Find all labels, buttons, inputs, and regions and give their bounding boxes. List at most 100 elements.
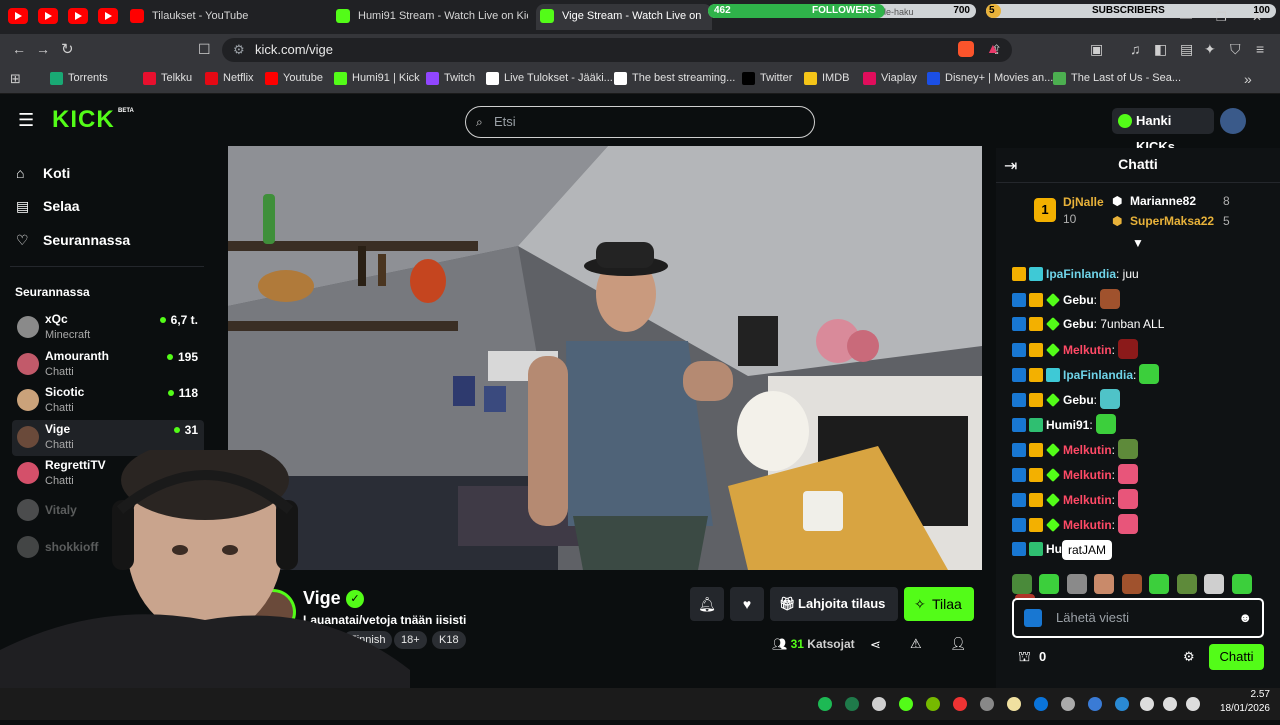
chat-emote[interactable]: [1139, 364, 1160, 384]
bookmark-item[interactable]: IMDB: [804, 72, 850, 85]
app-icon[interactable]: [845, 697, 859, 711]
crown-badge-icon[interactable]: [1029, 393, 1043, 407]
chat-message-input[interactable]: Lähetä viesti ☻: [1012, 598, 1264, 638]
sparkle-badge-icon[interactable]: [1046, 518, 1060, 532]
chat-username[interactable]: Melkutin: [1063, 468, 1112, 482]
crown-badge-icon[interactable]: [1029, 468, 1043, 482]
brave-rewards-icon[interactable]: ▲: [986, 40, 1000, 56]
gifter-name[interactable]: SuperMaksa22: [1130, 214, 1214, 228]
forward-icon[interactable]: →: [36, 41, 50, 57]
subscribe-button[interactable]: ✧ Tilaa: [904, 587, 974, 621]
clock-time[interactable]: 2.57: [1218, 689, 1270, 700]
moderator-badge-icon[interactable]: [1012, 443, 1026, 457]
sparkle-badge-icon[interactable]: [1046, 343, 1060, 357]
crown-badge-icon[interactable]: [1029, 343, 1043, 357]
app-icon[interactable]: [1007, 697, 1021, 711]
share-icon[interactable]: ⋖: [870, 637, 881, 653]
follow-button[interactable]: ♥: [730, 587, 764, 621]
chat-emote[interactable]: [1100, 289, 1121, 309]
tab-youtube-subscriptions[interactable]: Tilaukset - YouTube: [126, 4, 326, 30]
user-avatar[interactable]: [1220, 108, 1246, 134]
pinned-tab-youtube[interactable]: [8, 8, 28, 24]
brave-shield-icon[interactable]: [958, 41, 974, 57]
moderator-badge-icon[interactable]: [1012, 343, 1026, 357]
subscriber-badge-icon[interactable]: [1029, 418, 1043, 432]
pinned-tab-youtube[interactable]: [98, 8, 118, 24]
moderator-badge-icon[interactable]: [1012, 368, 1026, 382]
crown-badge-icon[interactable]: [1029, 443, 1043, 457]
microphone-icon[interactable]: [1140, 697, 1154, 711]
emoji-picker-icon[interactable]: ☻: [1238, 600, 1252, 636]
crown-badge-icon[interactable]: [1029, 317, 1043, 331]
bookmark-item[interactable]: Torrents: [50, 72, 108, 85]
chat-settings-icon[interactable]: ⚙: [1183, 649, 1195, 665]
chat-username[interactable]: Humi91: [1046, 418, 1089, 432]
notification-bell-button[interactable]: 🔔︎: [690, 587, 724, 621]
moderator-badge-icon[interactable]: [1012, 317, 1026, 331]
nvidia-icon[interactable]: [926, 697, 940, 711]
emote-ratjam[interactable]: [1066, 574, 1087, 594]
wallet-icon[interactable]: ▤: [1180, 41, 1193, 58]
bookmark-item[interactable]: Youtube: [265, 72, 323, 85]
leo-ai-icon[interactable]: ✦: [1204, 41, 1216, 58]
app-icon[interactable]: [953, 697, 967, 711]
menu-icon[interactable]: ≡: [1256, 41, 1264, 57]
bookmark-item[interactable]: Disney+ | Movies an...: [927, 72, 1053, 85]
emote-green[interactable]: [1149, 574, 1170, 594]
chat-username[interactable]: Hu: [1046, 542, 1062, 556]
emote-face[interactable]: [1121, 574, 1142, 594]
chat-emote[interactable]: [1118, 339, 1139, 359]
subscriber-badge-icon[interactable]: [1029, 542, 1043, 556]
bookmark-item[interactable]: Telkku: [143, 72, 192, 85]
url-field[interactable]: ⚙ kick.com/vige ⇪: [222, 38, 1012, 62]
chat-emote[interactable]: [1118, 439, 1139, 459]
pinned-tab-youtube[interactable]: [38, 8, 58, 24]
security-icon[interactable]: [1115, 697, 1129, 711]
sparkle-badge-icon[interactable]: [1046, 493, 1060, 507]
bookmark-item[interactable]: Viaplay: [863, 72, 917, 85]
chat-emote[interactable]: [1118, 464, 1139, 484]
user-card-icon[interactable]: 👤︎: [950, 636, 967, 652]
sparkle-badge-icon[interactable]: [1046, 443, 1060, 457]
chat-username[interactable]: IpaFinlandia: [1063, 368, 1133, 382]
bookmark-item[interactable]: Humi91 | Kick: [334, 72, 420, 85]
bookmark-item[interactable]: The Last of Us - Sea...: [1053, 72, 1181, 85]
moderator-badge-icon[interactable]: [1012, 493, 1026, 507]
crown-badge-icon[interactable]: [1029, 493, 1043, 507]
bookmark-item[interactable]: Twitter: [742, 72, 792, 85]
gifter-name[interactable]: DjNalle: [1063, 195, 1104, 209]
expand-gifters-icon[interactable]: ▼: [1132, 236, 1144, 250]
chat-emote[interactable]: [1095, 414, 1116, 434]
emote-pepe[interactable]: [1012, 574, 1032, 594]
sparkle-badge-icon[interactable]: [1046, 317, 1060, 331]
bookmark-icon[interactable]: ☐: [198, 41, 211, 58]
back-icon[interactable]: ←: [12, 41, 26, 57]
following-channel-xqc[interactable]: xQc Minecraft 6,7 t.: [12, 310, 204, 346]
chat-username[interactable]: Gebu: [1063, 317, 1094, 331]
apps-grid-icon[interactable]: ⊞: [10, 71, 21, 87]
maximize-icon[interactable]: ❐: [1216, 10, 1227, 24]
gift-sub-button[interactable]: 🎁︎ Lahjoita tilaus: [770, 587, 898, 621]
close-icon[interactable]: ✕: [1252, 10, 1262, 24]
bookmark-item[interactable]: Twitch: [426, 72, 475, 85]
sidebar-toggle-icon[interactable]: ◧: [1154, 41, 1167, 58]
gifter-name[interactable]: Marianne82: [1130, 194, 1196, 208]
following-channel-sicotic[interactable]: Sicotic Chatti 118: [12, 383, 204, 419]
bookmark-item[interactable]: The best streaming...: [614, 72, 735, 85]
send-chat-button[interactable]: Chatti: [1209, 644, 1264, 670]
crown-badge-icon[interactable]: [1029, 368, 1043, 382]
chat-emote[interactable]: [1118, 514, 1139, 534]
emote-kekw[interactable]: [1039, 574, 1060, 594]
network-icon[interactable]: [1163, 697, 1177, 711]
moderator-badge-icon[interactable]: [1012, 542, 1026, 556]
nav-browse[interactable]: ▤ Selaa: [16, 198, 80, 214]
volume-icon[interactable]: [1186, 697, 1200, 711]
pinned-tab-youtube[interactable]: [68, 8, 88, 24]
chat-username[interactable]: Gebu: [1063, 393, 1094, 407]
crown-badge-icon[interactable]: [1029, 518, 1043, 532]
sparkle-badge-icon[interactable]: [1046, 468, 1060, 482]
report-icon[interactable]: ⚠: [910, 636, 922, 652]
emote-cat[interactable]: [1204, 574, 1225, 594]
tab-vige-stream[interactable]: Vige Stream - Watch Live on: [536, 4, 712, 30]
chat-username[interactable]: Melkutin: [1063, 518, 1112, 532]
